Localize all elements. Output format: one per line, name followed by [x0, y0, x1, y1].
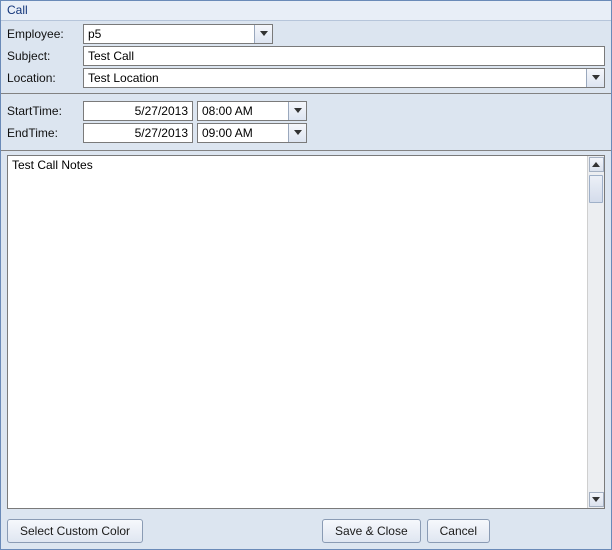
call-dialog: Call Employee: Subject: Location:: [0, 0, 612, 550]
scroll-thumb[interactable]: [589, 175, 603, 203]
cancel-button[interactable]: Cancel: [427, 519, 490, 543]
save-close-button[interactable]: Save & Close: [322, 519, 421, 543]
select-color-button[interactable]: Select Custom Color: [7, 519, 143, 543]
employee-label: Employee:: [7, 27, 79, 41]
start-time-label: StartTime:: [7, 104, 79, 118]
end-time-label: EndTime:: [7, 126, 79, 140]
end-time-row: EndTime:: [7, 122, 605, 144]
location-combo[interactable]: [83, 68, 605, 88]
time-section: StartTime: EndTime:: [1, 94, 611, 151]
button-bar: Select Custom Color Save & Close Cancel: [1, 513, 611, 549]
employee-dropdown-button[interactable]: [254, 25, 272, 43]
employee-row: Employee:: [7, 23, 605, 45]
location-input[interactable]: [84, 69, 586, 87]
chevron-down-icon: [592, 497, 600, 503]
location-row: Location:: [7, 67, 605, 89]
scroll-down-button[interactable]: [589, 492, 604, 507]
form-header: Employee: Subject: Location:: [1, 21, 611, 94]
subject-label: Subject:: [7, 49, 79, 63]
chevron-down-icon: [294, 108, 302, 114]
subject-row: Subject:: [7, 45, 605, 67]
employee-combo[interactable]: [83, 24, 273, 44]
scroll-track[interactable]: [588, 173, 604, 491]
start-time-dropdown-button[interactable]: [288, 102, 306, 120]
location-label: Location:: [7, 71, 79, 85]
chevron-up-icon: [592, 162, 600, 168]
start-date-input[interactable]: [83, 101, 193, 121]
end-time-combo[interactable]: [197, 123, 307, 143]
end-time-input[interactable]: [198, 124, 288, 142]
end-date-input[interactable]: [83, 123, 193, 143]
action-buttons: Save & Close Cancel: [322, 519, 490, 543]
end-time-dropdown-button[interactable]: [288, 124, 306, 142]
scroll-up-button[interactable]: [589, 157, 604, 172]
chevron-down-icon: [592, 75, 600, 81]
chevron-down-icon: [294, 130, 302, 136]
notes-textarea[interactable]: [8, 156, 587, 508]
employee-input[interactable]: [84, 25, 254, 43]
start-time-input[interactable]: [198, 102, 288, 120]
location-dropdown-button[interactable]: [586, 69, 604, 87]
notes-scrollbar[interactable]: [587, 156, 604, 508]
start-time-combo[interactable]: [197, 101, 307, 121]
window-title: Call: [1, 1, 611, 21]
start-time-row: StartTime:: [7, 100, 605, 122]
notes-area: [7, 155, 605, 509]
chevron-down-icon: [260, 31, 268, 37]
subject-input[interactable]: [83, 46, 605, 66]
